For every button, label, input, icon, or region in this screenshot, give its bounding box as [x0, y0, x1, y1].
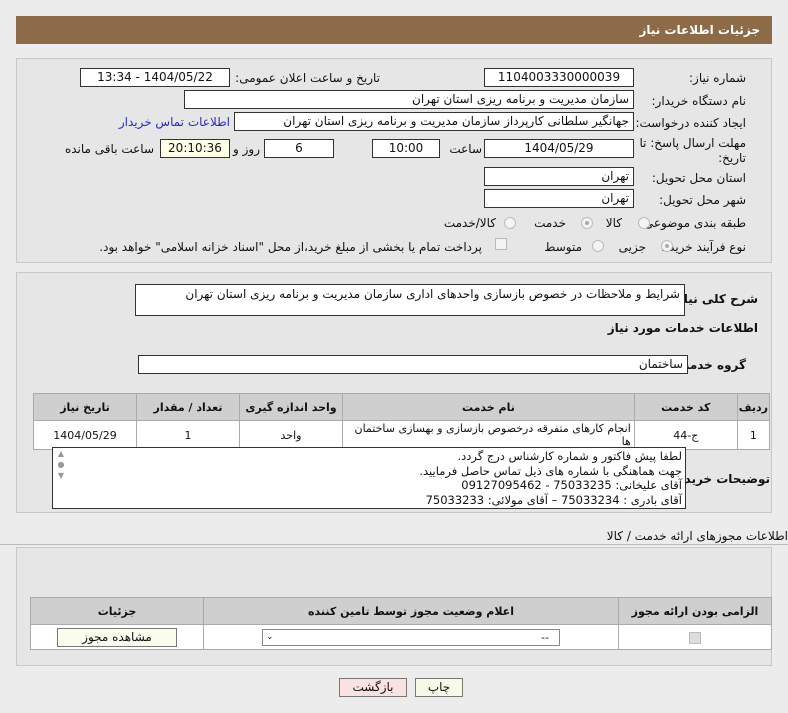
col-name: نام خدمت [342, 393, 635, 421]
process-label: نوع فرآیند خرید : [661, 240, 746, 254]
col-status: اعلام وضعیت مجوز توسط تامین کننده [203, 597, 619, 625]
cell-row: 1 [736, 420, 771, 450]
notes-scrollbar[interactable]: ▲ ● ▼ [53, 448, 69, 508]
note-line: آقای بادری : 75033234 – آقای مولائی: 750… [425, 492, 682, 507]
page-header: جزئیات اطلاعات نیاز [16, 16, 772, 44]
process-option-minor: جزیی [618, 240, 646, 254]
col-details: جزئیات [30, 597, 204, 625]
col-unit: واحد اندازه گیری [239, 393, 343, 421]
need-number-label: شماره نیاز: [689, 71, 746, 85]
services-table: ردیف کد خدمت نام خدمت واحد اندازه گیری تعداد… [33, 393, 771, 450]
creator-field: جهانگیر سلطانی کارپرداز سازمان مدیریت و … [234, 112, 634, 131]
city-label: شهر محل تحویل: [659, 193, 746, 207]
category-option-goods: کالا [605, 216, 622, 230]
col-qty: تعداد / مقدار [136, 393, 240, 421]
cell-name: انجام کارهای متفرقه درخصوص بازسازی و بهس… [342, 420, 635, 450]
remaining-label: ساعت باقی مانده [64, 142, 154, 156]
announce-label: تاریخ و ساعت اعلان عمومی: [235, 71, 380, 85]
summary-field: شرایط و ملاحظات در خصوص بازسازی واحدهای … [135, 284, 685, 316]
process-radio-medium[interactable] [592, 240, 604, 252]
category-radio-goods[interactable] [638, 217, 650, 229]
services-title: اطلاعات خدمات مورد نیاز [607, 321, 758, 335]
note-line: لطفا پیش فاکتور و شماره کارشناس درج گردد… [457, 449, 682, 463]
category-option-goods-service: کالا/خدمت [443, 216, 496, 230]
process-radio-minor[interactable] [661, 240, 673, 252]
col-date: تاریخ نیاز [33, 393, 137, 421]
need-number-field: 1104003330000039 [484, 68, 634, 87]
table-row: 1 ج-44 انجام کارهای متفرقه درخصوص بازسازی … [33, 420, 771, 450]
deadline-time-label: ساعت [449, 142, 482, 156]
print-button[interactable]: چاپ [415, 678, 463, 697]
cell-code: ج-44 [633, 420, 738, 450]
select-value: -- [541, 630, 549, 644]
note-line: آقای علیخانی: 75033235 - 09127095462 [461, 478, 682, 492]
creator-label: ایجاد کننده درخواست: [635, 116, 746, 130]
service-group-field: ساختمان [138, 355, 688, 374]
province-label: استان محل تحویل: [651, 171, 746, 185]
category-option-service: خدمت [534, 216, 566, 230]
process-option-medium: متوسط [544, 240, 582, 254]
page-title: جزئیات اطلاعات نیاز [639, 23, 760, 37]
category-label: طبقه بندی موضوعی: [639, 216, 746, 230]
deadline-time-field: 10:00 [372, 139, 440, 158]
permits-title: اطلاعات مجوزهای ارائه خدمت / کالا [606, 529, 788, 543]
treasury-payment-checkbox[interactable] [495, 238, 507, 250]
deadline-date-field: 1404/05/29 [484, 139, 634, 158]
category-radio-goods-service[interactable] [504, 217, 516, 229]
col-required: الزامی بودن ارائه مجوز [618, 597, 772, 625]
buyer-org-label: نام دستگاه خریدار: [651, 94, 747, 108]
chevron-down-icon: ⌄ [266, 631, 274, 642]
category-radio-service[interactable] [581, 217, 593, 229]
divider [0, 544, 788, 545]
required-checkbox [689, 631, 701, 644]
table-row: -- ⌄ مشاهده مجوز [30, 624, 772, 650]
days-field: 6 [264, 139, 334, 158]
deadline-label: مهلت ارسال پاسخ: تا تاریخ: [639, 136, 746, 165]
days-label: روز و [233, 142, 260, 156]
back-button[interactable]: بازگشت [339, 678, 407, 697]
province-field: تهران [484, 167, 634, 186]
remaining-time-field: 20:10:36 [160, 139, 230, 158]
note-line: جهت هماهنگی با شماره های ذیل تماس حاصل ف… [419, 463, 682, 478]
buyer-notes-field: لطفا پیش فاکتور و شماره کارشناس درج گردد… [52, 447, 686, 509]
payment-note: پرداخت تمام یا بخشی از مبلغ خرید،از محل … [99, 240, 482, 254]
col-row: ردیف [736, 393, 771, 421]
announce-field: 1404/05/22 - 13:34 [80, 68, 230, 87]
cell-date: 1404/05/29 [33, 420, 137, 450]
view-permit-button[interactable]: مشاهده مجوز [57, 627, 177, 647]
permit-status-select[interactable]: -- ⌄ [262, 628, 560, 646]
cell-unit: واحد [239, 420, 343, 450]
buyer-contact-link[interactable]: اطلاعات تماس خریدار [119, 115, 230, 129]
permits-table: الزامی بودن ارائه مجوز اعلام وضعیت مجوز ت… [30, 597, 772, 650]
cell-qty: 1 [136, 420, 240, 450]
city-field: تهران [484, 189, 634, 208]
buyer-org-field: سازمان مدیریت و برنامه ریزی استان تهران [184, 90, 634, 109]
col-code: کد خدمت [633, 393, 738, 421]
